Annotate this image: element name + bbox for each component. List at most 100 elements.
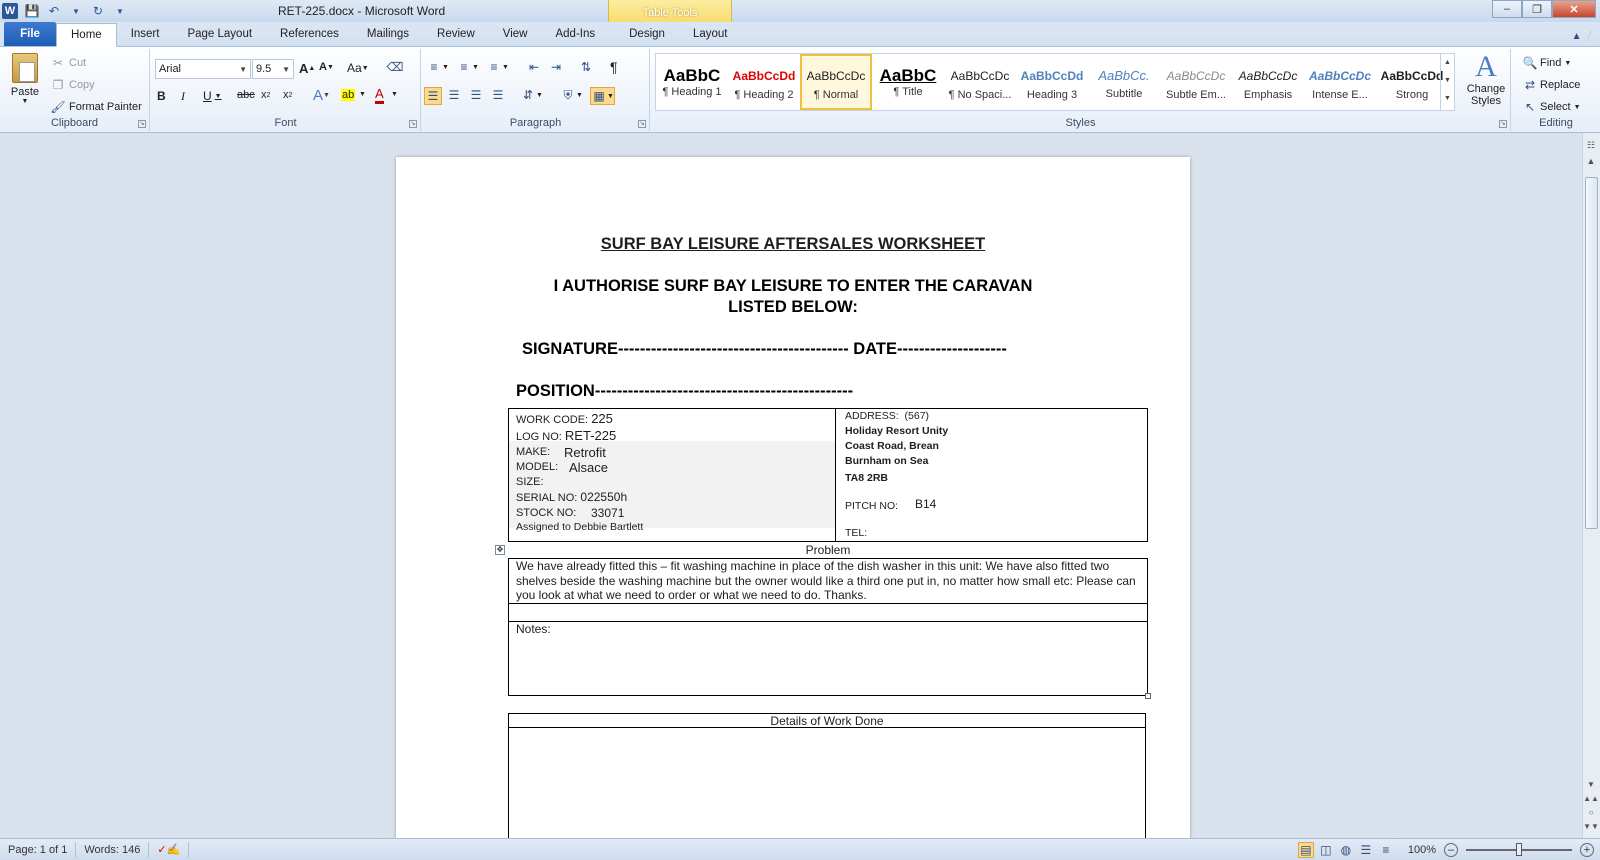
zoom-slider-thumb[interactable] <box>1516 842 1522 856</box>
zoom-slider[interactable] <box>1466 842 1572 856</box>
style-subtle-emphasis[interactable]: AaBbCcDc Subtle Em... <box>1160 54 1232 110</box>
change-case-button[interactable]: Aa ▼ <box>347 61 369 75</box>
minimize-button[interactable]: – <box>1492 0 1522 18</box>
chevron-down-icon[interactable]: ▼ <box>359 91 366 98</box>
page-count[interactable]: Page: 1 of 1 <box>0 841 77 858</box>
print-layout-icon[interactable]: ▤ <box>1297 841 1314 858</box>
scroll-up-icon[interactable]: ▲ <box>1583 153 1599 169</box>
ruler-toggle-icon[interactable]: ☷ <box>1583 137 1599 153</box>
help-icon[interactable]: ▲❔ <box>1572 31 1600 46</box>
tab-review[interactable]: Review <box>423 22 489 46</box>
style-title[interactable]: AaBbC ¶ Title <box>872 54 944 110</box>
font-name-combo[interactable]: Arial ▼ <box>155 59 251 79</box>
document-page[interactable]: SURF BAY LEISURE AFTERSALES WORKSHEET I … <box>396 157 1190 838</box>
bullets-button[interactable]: ≡ ▼ <box>426 59 448 75</box>
subscript-button[interactable]: x2 <box>261 89 270 101</box>
justify-button[interactable]: ☰ <box>490 87 506 103</box>
style-strong[interactable]: AaBbCcDd Strong <box>1376 54 1448 110</box>
select-button[interactable]: ↖ Select ▼ <box>1522 99 1581 115</box>
tab-mailings[interactable]: Mailings <box>353 22 423 46</box>
customize-icon[interactable]: ▼ <box>112 3 128 19</box>
show-formatting-button[interactable]: ¶ <box>610 59 618 75</box>
chevron-down-icon[interactable]: ▼ <box>391 91 398 98</box>
highlight-button[interactable]: ab <box>341 89 356 101</box>
scroll-thumb[interactable] <box>1585 177 1598 529</box>
text-effects-button[interactable]: A ▼ <box>313 87 330 104</box>
save-icon[interactable]: 💾 <box>24 3 40 19</box>
style-heading-1[interactable]: AaBbC ¶ Heading 1 <box>656 54 728 110</box>
find-button[interactable]: 🔍 Find ▼ <box>1522 55 1572 71</box>
bold-button[interactable]: B <box>157 89 166 103</box>
tab-view[interactable]: View <box>489 22 542 46</box>
restore-button[interactable]: ❐ <box>1522 0 1552 18</box>
line-spacing-button[interactable]: ⇵ ▼ <box>520 87 543 103</box>
align-right-button[interactable]: ☰ <box>468 87 484 103</box>
font-color-button[interactable]: A <box>375 87 384 104</box>
shading-button[interactable]: ⛨ ▼ <box>560 87 582 103</box>
word-count[interactable]: Words: 146 <box>76 841 150 858</box>
style-no-spacing[interactable]: AaBbCcDc ¶ No Spaci... <box>944 54 1016 110</box>
zoom-out-icon[interactable]: – <box>1444 842 1458 857</box>
notes-label[interactable]: Notes: <box>516 622 551 636</box>
decrease-indent-button[interactable]: ⇤ <box>526 59 542 75</box>
problem-text[interactable]: We have already fitted this – fit washin… <box>516 559 1140 603</box>
grow-font-button[interactable]: A ▲ <box>299 61 315 76</box>
style-heading-2[interactable]: AaBbCcDd ¶ Heading 2 <box>728 54 800 110</box>
underline-button[interactable]: U ▼ <box>203 89 222 103</box>
chevron-down-icon[interactable]: ▼ <box>68 3 84 19</box>
style-emphasis[interactable]: AaBbCcDc Emphasis <box>1232 54 1304 110</box>
superscript-button[interactable]: x2 <box>283 89 292 101</box>
next-page-icon[interactable]: ▼▼ <box>1583 820 1599 834</box>
multilevel-list-button[interactable]: ≡ ▼ <box>486 59 508 75</box>
strikethrough-button[interactable]: abc <box>237 89 255 101</box>
style-normal[interactable]: AaBbCcDc ¶ Normal <box>800 54 872 110</box>
font-size-combo[interactable]: 9.5 ▼ <box>252 59 294 79</box>
proofing-icon[interactable]: ✓✍ <box>149 841 190 858</box>
clear-formatting-button[interactable]: ⌫ <box>387 59 404 75</box>
info-left-cell[interactable]: WORK CODE: 225 LOG NO: RET-225 MAKE: Ret… <box>509 409 836 541</box>
table-resize-handle[interactable] <box>1145 693 1151 699</box>
copy-button[interactable]: ❐ Copy <box>50 77 95 93</box>
zoom-level[interactable]: 100% <box>1408 844 1436 856</box>
shrink-font-button[interactable]: A ▼ <box>319 61 334 73</box>
dialog-launcher-icon[interactable]: ↘ <box>138 120 146 128</box>
increase-indent-button[interactable]: ⇥ <box>548 59 564 75</box>
cut-button[interactable]: ✂ Cut <box>50 55 86 71</box>
style-intense-emphasis[interactable]: AaBbCcDc Intense E... <box>1304 54 1376 110</box>
draft-icon[interactable]: ≡ <box>1378 842 1394 858</box>
word-icon[interactable]: W <box>2 3 18 19</box>
info-right-cell[interactable]: ADDRESS: (567) Holiday Resort Unity Coas… <box>837 409 1147 541</box>
details-body[interactable] <box>509 729 1145 838</box>
tab-home[interactable]: Home <box>56 23 117 47</box>
paste-button[interactable]: Paste ▼ <box>6 53 44 105</box>
outline-icon[interactable]: ☰ <box>1358 842 1374 858</box>
align-left-button[interactable]: ☰ <box>424 87 442 105</box>
dialog-launcher-icon[interactable]: ↘ <box>1499 120 1507 128</box>
dialog-launcher-icon[interactable]: ↘ <box>409 120 417 128</box>
zoom-in-icon[interactable]: + <box>1580 842 1594 857</box>
previous-page-icon[interactable]: ▲▲ <box>1583 792 1599 806</box>
browse-object-icon[interactable]: ○ <box>1583 806 1599 820</box>
full-screen-reading-icon[interactable]: ◫ <box>1318 842 1334 858</box>
close-button[interactable]: ✕ <box>1552 0 1596 18</box>
italic-button[interactable]: I <box>181 89 185 104</box>
redo-icon[interactable]: ↻ <box>90 3 106 19</box>
undo-icon[interactable]: ↶ <box>46 3 62 19</box>
tab-file[interactable]: File <box>4 22 56 46</box>
format-painter-button[interactable]: 🖌 Format Painter <box>50 99 141 115</box>
change-styles-button[interactable]: A Change Styles <box>1464 51 1508 108</box>
style-subtitle[interactable]: AaBbCc. Subtitle <box>1088 54 1160 110</box>
dialog-launcher-icon[interactable]: ↘ <box>638 120 646 128</box>
tab-insert[interactable]: Insert <box>117 22 174 46</box>
table-move-handle-icon[interactable]: ✥ <box>495 545 505 555</box>
sort-button[interactable]: ⇅ <box>578 59 594 75</box>
tab-design[interactable]: Design <box>615 22 679 46</box>
tab-layout[interactable]: Layout <box>679 22 742 46</box>
tab-references[interactable]: References <box>266 22 353 46</box>
vertical-scrollbar[interactable]: ☷ ▲ ▼ ▲▲ ○ ▼▼ <box>1582 133 1600 838</box>
numbering-button[interactable]: ≡ ▼ <box>456 59 478 75</box>
replace-button[interactable]: ⇄ Replace <box>1522 77 1580 93</box>
tab-add-ins[interactable]: Add-Ins <box>541 22 609 46</box>
scroll-down-icon[interactable]: ▼ <box>1583 778 1599 792</box>
gallery-scroll[interactable]: ▲ ▼ ▼ <box>1440 54 1454 110</box>
